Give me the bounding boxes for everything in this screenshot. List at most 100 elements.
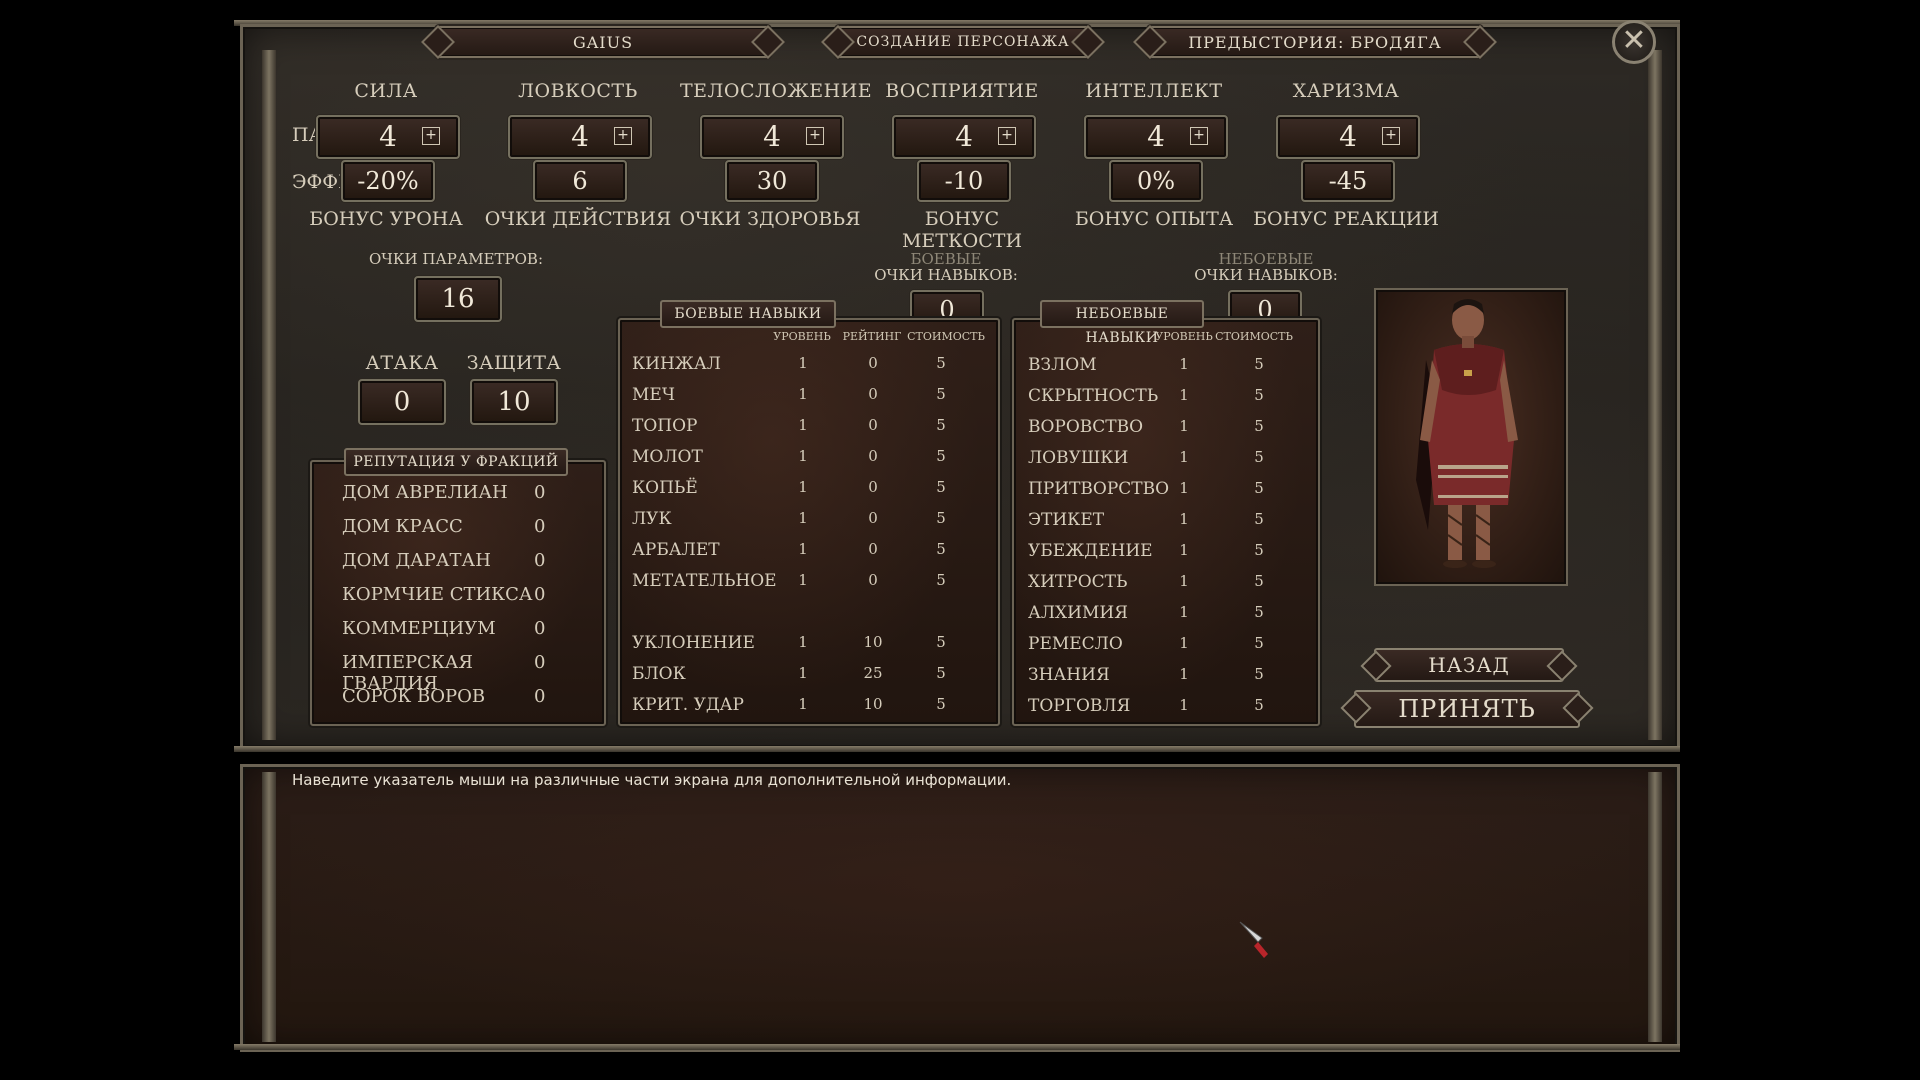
noncombat-skills-tab[interactable]: НЕБОЕВЫЕ НАВЫКИ	[1040, 300, 1204, 346]
skill-rating: 0	[868, 385, 878, 403]
skill-cost: 5	[1254, 572, 1264, 590]
noncombat-skill-row[interactable]: ПРИТВОРСТВО 1 5	[1028, 479, 1308, 507]
combat-skill-row[interactable]: ТОПОР 1 0 5	[632, 416, 982, 444]
combat-skill-row[interactable]: МЕЧ 1 0 5	[632, 385, 982, 413]
reputation-row[interactable]: КОММЕРЦИУМ 0	[312, 618, 552, 652]
skill-name: КОПЬЁ	[632, 478, 698, 498]
attribute-effect: 6	[533, 160, 627, 202]
increase-attribute-button[interactable]: +	[614, 127, 632, 145]
attribute-name: ЛОВКОСТЬ	[518, 80, 638, 102]
skill-cost: 5	[936, 695, 946, 713]
skill-name: ВЗЛОМ	[1028, 355, 1097, 375]
combat-points-label: ОЧКИ НАВЫКОВ:	[874, 266, 1018, 284]
back-button[interactable]: НАЗАД	[1374, 648, 1564, 682]
skill-level: 1	[1179, 417, 1189, 435]
skill-rating: 0	[868, 416, 878, 434]
screen-title: СОЗДАНИЕ ПЕРСОНАЖА	[856, 34, 1070, 50]
skill-name: ТОПОР	[632, 416, 698, 436]
screen-title-banner: СОЗДАНИЕ ПЕРСОНАЖА	[836, 26, 1090, 58]
combat-skill-row[interactable]: УКЛОНЕНИЕ 1 10 5	[632, 633, 982, 661]
defense-value: 10	[470, 379, 558, 425]
left-pillar-bottom	[262, 772, 276, 1042]
skill-cost: 5	[936, 416, 946, 434]
combat-skills-tab[interactable]: БОЕВЫЕ НАВЫКИ	[660, 300, 836, 328]
character-figure	[1416, 299, 1518, 568]
skill-cost: 5	[1254, 417, 1264, 435]
skill-name: РЕМЕСЛО	[1028, 634, 1123, 654]
skill-name: МЕТАТЕЛЬНОЕ	[632, 571, 777, 591]
combat-skill-row[interactable]: БЛОК 1 25 5	[632, 664, 982, 692]
combat-skill-row[interactable]: КРИТ. УДАР 1 10 5	[632, 695, 982, 723]
skill-rating: 10	[863, 695, 883, 713]
skill-level: 1	[1179, 572, 1189, 590]
info-panel	[240, 764, 1680, 1052]
close-button[interactable]: ✕	[1612, 20, 1656, 64]
increase-attribute-button[interactable]: +	[806, 127, 824, 145]
combat-skill-row[interactable]: АРБАЛЕТ 1 0 5	[632, 540, 982, 568]
noncombat-skill-row[interactable]: ЗНАНИЯ 1 5	[1028, 665, 1308, 693]
attribute-bonus-label: ОЧКИ ДЕЙСТВИЯ	[484, 208, 672, 230]
reputation-row[interactable]: СОРОК ВОРОВ 0	[312, 686, 552, 720]
increase-attribute-button[interactable]: +	[998, 127, 1016, 145]
faction-reputation-value: 0	[534, 516, 546, 537]
noncombat-skill-row[interactable]: УБЕЖДЕНИЕ 1 5	[1028, 541, 1308, 569]
skill-name: ЗНАНИЯ	[1028, 665, 1110, 685]
attribute-bonus-label: БОНУС РЕАКЦИИ	[1253, 208, 1439, 230]
skill-cost: 5	[1254, 696, 1264, 714]
attribute-value: 4	[571, 120, 589, 153]
combat-skill-row[interactable]: КОПЬЁ 1 0 5	[632, 478, 982, 506]
combat-col-level: УРОВЕНЬ	[773, 330, 831, 343]
skill-level: 1	[798, 354, 808, 372]
right-pillar-bottom	[1648, 772, 1662, 1042]
attribute-bonus-label: БОНУС МЕТКОСТИ	[901, 208, 1023, 252]
attribute-value-box: 4 +	[700, 115, 844, 159]
reputation-row[interactable]: ДОМ КРАСС 0	[312, 516, 552, 550]
noncombat-skill-row[interactable]: ЭТИКЕТ 1 5	[1028, 510, 1308, 538]
reputation-panel: ДОМ АВРЕЛИАН 0 ДОМ КРАСС 0 ДОМ ДАРАТАН 0 КОРМЧ…	[310, 460, 606, 726]
combat-skill-row[interactable]: ЛУК 1 0 5	[632, 509, 982, 537]
combat-skill-row[interactable]: МОЛОТ 1 0 5	[632, 447, 982, 475]
reputation-row[interactable]: КОРМЧИЕ СТИКСА 0	[312, 584, 552, 618]
noncombat-skill-row[interactable]: ТОРГОВЛЯ 1 5	[1028, 696, 1308, 724]
skill-name: ЛОВУШКИ	[1028, 448, 1129, 468]
reputation-row[interactable]: ДОМ ДАРАТАН 0	[312, 550, 552, 584]
accept-button[interactable]: ПРИНЯТЬ	[1354, 690, 1580, 728]
combat-skill-row[interactable]: КИНЖАЛ 1 0 5	[632, 354, 982, 382]
noncombat-skill-row[interactable]: ХИТРОСТЬ 1 5	[1028, 572, 1308, 600]
noncombat-skill-row[interactable]: АЛХИМИЯ 1 5	[1028, 603, 1308, 631]
skill-name: МОЛОТ	[632, 447, 703, 467]
skill-level: 1	[798, 540, 808, 558]
noncombat-skill-row[interactable]: ЛОВУШКИ 1 5	[1028, 448, 1308, 476]
noncombat-skill-row[interactable]: ВЗЛОМ 1 5	[1028, 355, 1308, 383]
attribute-bonus-label: ОЧКИ ЗДОРОВЬЯ	[679, 208, 861, 230]
combat-col-rating: РЕЙТИНГ	[842, 330, 902, 343]
skill-cost: 5	[936, 571, 946, 589]
skill-level: 1	[798, 478, 808, 496]
attribute-effect: -20%	[341, 160, 435, 202]
increase-attribute-button[interactable]: +	[422, 127, 440, 145]
character-name: GAIUS	[572, 32, 634, 52]
noncombat-skill-row[interactable]: РЕМЕСЛО 1 5	[1028, 634, 1308, 662]
noncombat-skill-row[interactable]: СКРЫТНОСТЬ 1 5	[1028, 386, 1308, 414]
noncombat-skill-row[interactable]: ВОРОВСТВО 1 5	[1028, 417, 1308, 445]
attribute-value-box: 4 +	[1084, 115, 1228, 159]
skill-name: БЛОК	[632, 664, 686, 684]
skill-rating: 0	[868, 571, 878, 589]
increase-attribute-button[interactable]: +	[1382, 127, 1400, 145]
faction-reputation-value: 0	[534, 652, 546, 673]
reputation-row[interactable]: ИМПЕРСКАЯ ГВАРДИЯ 0	[312, 652, 552, 694]
attribute-value: 4	[379, 120, 397, 153]
skill-level: 1	[798, 447, 808, 465]
right-pillar	[1648, 50, 1662, 740]
skill-cost: 5	[936, 509, 946, 527]
increase-attribute-button[interactable]: +	[1190, 127, 1208, 145]
skill-cost: 5	[1254, 355, 1264, 373]
attribute-value: 4	[1147, 120, 1165, 153]
attribute-name: ТЕЛОСЛОЖЕНИЕ	[680, 80, 873, 102]
combat-skill-row[interactable]: МЕТАТЕЛЬНОЕ 1 0 5	[632, 571, 982, 599]
skill-cost: 5	[1254, 448, 1264, 466]
skill-rating: 0	[868, 540, 878, 558]
skill-name: ВОРОВСТВО	[1028, 417, 1144, 437]
skill-cost: 5	[936, 385, 946, 403]
reputation-row[interactable]: ДОМ АВРЕЛИАН 0	[312, 482, 552, 516]
